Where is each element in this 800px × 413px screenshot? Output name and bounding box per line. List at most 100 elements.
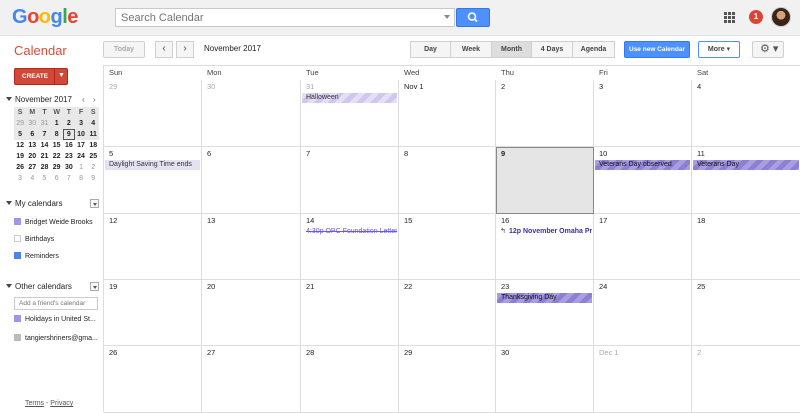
- day-number[interactable]: 13: [207, 216, 215, 225]
- day-cell[interactable]: 30: [202, 80, 301, 147]
- mini-calendar-day[interactable]: 16: [63, 140, 75, 151]
- day-cell[interactable]: 7: [301, 147, 399, 214]
- day-cell[interactable]: 8: [399, 147, 496, 214]
- event-veterans-day-observed[interactable]: Veterans Day observed: [595, 160, 690, 170]
- event-omaha-meeting[interactable]: 12p November Omaha Pre ↰: [497, 227, 592, 237]
- calendar-item-bridget[interactable]: Bridget Weide Brooks: [14, 218, 93, 226]
- mini-calendar-day[interactable]: 3: [14, 173, 26, 184]
- collapse-triangle-icon[interactable]: [6, 97, 12, 101]
- terms-link[interactable]: Terms: [25, 400, 44, 407]
- view-agenda-button[interactable]: Agenda: [573, 41, 615, 58]
- my-calendars-header[interactable]: My calendars: [6, 199, 63, 208]
- day-number[interactable]: 4: [697, 82, 701, 91]
- calendar-item-birthdays[interactable]: Birthdays: [14, 235, 54, 243]
- day-number[interactable]: 28: [306, 348, 314, 357]
- other-calendars-header[interactable]: Other calendars: [6, 282, 72, 291]
- search-input[interactable]: [116, 9, 436, 26]
- mini-calendar-day[interactable]: 17: [75, 140, 87, 151]
- day-cell[interactable]: 29: [104, 80, 202, 147]
- my-calendars-dropdown-icon[interactable]: [90, 199, 99, 208]
- mini-calendar-day[interactable]: 14: [38, 140, 50, 151]
- day-number[interactable]: Dec 1: [599, 348, 619, 357]
- mini-calendar-day[interactable]: 24: [75, 151, 87, 162]
- google-logo[interactable]: Google: [12, 6, 78, 29]
- day-number[interactable]: 2: [697, 348, 701, 357]
- search-button[interactable]: [456, 8, 490, 27]
- mini-calendar-prev[interactable]: ‹: [82, 95, 85, 104]
- mini-calendar-day[interactable]: 3: [74, 118, 88, 129]
- more-button[interactable]: More ▾: [698, 41, 740, 58]
- day-cell[interactable]: 18: [692, 214, 800, 280]
- day-number[interactable]: Nov 1: [404, 82, 424, 91]
- day-cell[interactable]: 11 Veterans Day: [692, 147, 800, 214]
- mini-calendar-day[interactable]: 7: [38, 129, 51, 140]
- mini-calendar-day[interactable]: 9: [87, 173, 99, 184]
- day-number[interactable]: 9: [501, 149, 505, 158]
- apps-grid-icon[interactable]: [724, 12, 735, 23]
- day-cell[interactable]: 9: [496, 147, 594, 214]
- day-cell[interactable]: 26: [104, 346, 202, 413]
- day-cell[interactable]: 3: [594, 80, 692, 147]
- mini-calendar-day[interactable]: 12: [14, 140, 26, 151]
- day-number[interactable]: 7: [306, 149, 310, 158]
- mini-calendar-day[interactable]: 6: [51, 173, 63, 184]
- mini-calendar-day[interactable]: 21: [38, 151, 50, 162]
- use-new-calendar-button[interactable]: Use new Calendar: [624, 41, 690, 58]
- calendar-color-swatch[interactable]: [14, 334, 21, 341]
- day-number[interactable]: 20: [207, 282, 215, 291]
- view-month-button[interactable]: Month: [492, 41, 532, 58]
- day-cell[interactable]: 21: [301, 280, 399, 346]
- mini-calendar-day[interactable]: 23: [63, 151, 75, 162]
- other-calendars-dropdown-icon[interactable]: [90, 282, 99, 291]
- day-number[interactable]: 22: [404, 282, 412, 291]
- day-number[interactable]: 17: [599, 216, 607, 225]
- event-halloween[interactable]: Halloween: [302, 93, 397, 103]
- view-day-button[interactable]: Day: [410, 41, 451, 58]
- mini-calendar-day[interactable]: 31: [38, 118, 51, 129]
- mini-calendar-day[interactable]: 8: [50, 129, 63, 140]
- mini-calendar-day[interactable]: 10: [74, 129, 88, 140]
- day-number[interactable]: 19: [109, 282, 117, 291]
- privacy-link[interactable]: Privacy: [50, 400, 73, 407]
- event-daylight-saving[interactable]: Daylight Saving Time ends: [105, 160, 200, 170]
- day-cell[interactable]: 10 Veterans Day observed: [594, 147, 692, 214]
- day-number[interactable]: 10: [599, 149, 607, 158]
- mini-calendar-day[interactable]: 4: [26, 173, 38, 184]
- day-cell[interactable]: 31 Halloween: [301, 80, 399, 147]
- day-cell[interactable]: 12: [104, 214, 202, 280]
- day-cell[interactable]: 30: [496, 346, 594, 413]
- calendar-item-holidays[interactable]: Holidays in United St...: [14, 315, 96, 323]
- event-thanksgiving[interactable]: Thanksgiving Day: [497, 293, 592, 303]
- settings-gear-icon[interactable]: ⚙ ▾: [752, 41, 784, 58]
- calendar-color-swatch[interactable]: [14, 235, 21, 242]
- mini-calendar-day[interactable]: 29: [51, 162, 63, 173]
- day-cell[interactable]: Nov 1: [399, 80, 496, 147]
- day-cell[interactable]: Dec 1: [594, 346, 692, 413]
- collapse-triangle-icon[interactable]: [6, 284, 12, 288]
- collapse-triangle-icon[interactable]: [6, 201, 12, 205]
- next-button[interactable]: ›: [176, 41, 194, 58]
- day-number[interactable]: 6: [207, 149, 211, 158]
- day-number[interactable]: 25: [697, 282, 705, 291]
- mini-calendar-day[interactable]: 22: [51, 151, 63, 162]
- day-number[interactable]: 30: [207, 82, 215, 91]
- day-number[interactable]: 3: [599, 82, 603, 91]
- day-cell[interactable]: 2: [496, 80, 594, 147]
- day-cell[interactable]: 25: [692, 280, 800, 346]
- mini-calendar-day[interactable]: 6: [26, 129, 39, 140]
- search-box[interactable]: [115, 8, 455, 27]
- mini-calendar-day[interactable]: 27: [26, 162, 38, 173]
- calendar-color-swatch[interactable]: [14, 252, 21, 259]
- day-cell[interactable]: 2: [692, 346, 800, 413]
- calendar-item-reminders[interactable]: Reminders: [14, 252, 59, 260]
- mini-calendar-day[interactable]: 18: [87, 140, 99, 151]
- day-number[interactable]: 12: [109, 216, 117, 225]
- day-cell[interactable]: 4: [692, 80, 800, 147]
- day-number[interactable]: 21: [306, 282, 314, 291]
- day-cell[interactable]: 22: [399, 280, 496, 346]
- day-cell[interactable]: 19: [104, 280, 202, 346]
- day-number[interactable]: 31: [306, 82, 314, 91]
- mini-calendar-day[interactable]: 4: [87, 118, 100, 129]
- day-number[interactable]: 18: [697, 216, 705, 225]
- day-cell[interactable]: 24: [594, 280, 692, 346]
